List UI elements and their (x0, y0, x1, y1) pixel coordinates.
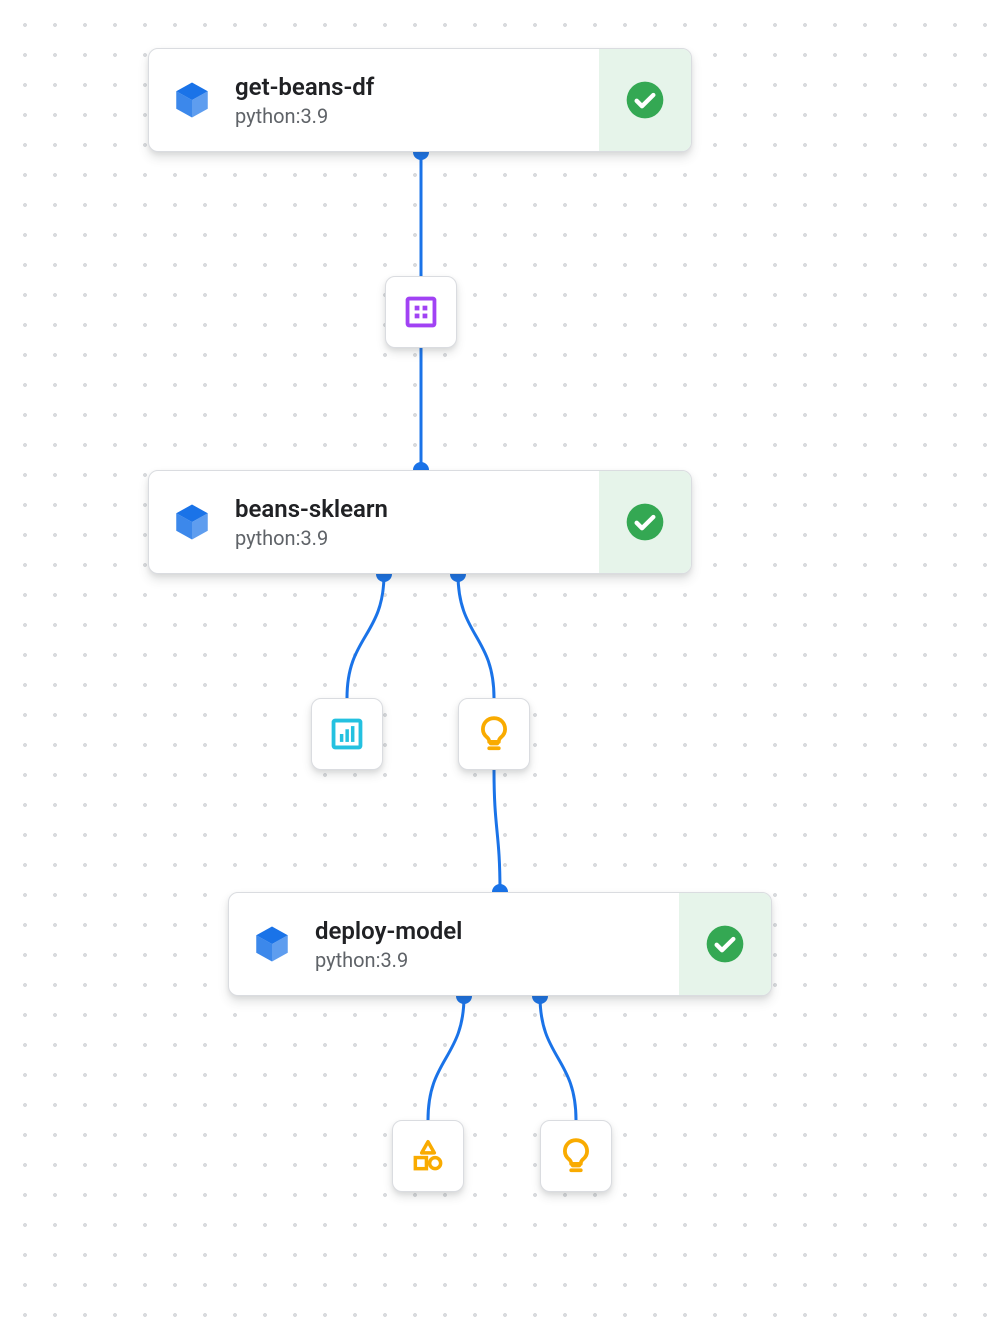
task-text: get-beans-df python:3.9 (235, 72, 599, 128)
artifact-node-model-1[interactable] (458, 698, 530, 770)
cube-icon (149, 79, 235, 121)
shapes-icon (409, 1137, 447, 1175)
model-icon (475, 715, 513, 753)
task-status-success (679, 893, 771, 995)
task-status-success (599, 49, 691, 151)
dataset-icon (402, 293, 440, 331)
model-icon (557, 1137, 595, 1175)
pipeline-edges (0, 0, 988, 1322)
artifact-node-model-2[interactable] (540, 1120, 612, 1192)
task-node-beans-sklearn[interactable]: beans-sklearn python:3.9 (148, 470, 692, 574)
task-title: beans-sklearn (235, 494, 599, 524)
artifact-node-dataset[interactable] (385, 276, 457, 348)
metrics-icon (328, 715, 366, 753)
task-title: deploy-model (315, 916, 679, 946)
artifact-node-metrics[interactable] (311, 698, 383, 770)
task-subtitle: python:3.9 (235, 104, 599, 128)
task-node-get-beans-df[interactable]: get-beans-df python:3.9 (148, 48, 692, 152)
task-node-deploy-model[interactable]: deploy-model python:3.9 (228, 892, 772, 996)
task-title: get-beans-df (235, 72, 599, 102)
cube-icon (149, 501, 235, 543)
task-subtitle: python:3.9 (235, 526, 599, 550)
artifact-node-shapes[interactable] (392, 1120, 464, 1192)
task-text: beans-sklearn python:3.9 (235, 494, 599, 550)
task-subtitle: python:3.9 (315, 948, 679, 972)
cube-icon (229, 923, 315, 965)
check-circle-icon (705, 924, 745, 964)
task-text: deploy-model python:3.9 (315, 916, 679, 972)
check-circle-icon (625, 502, 665, 542)
task-status-success (599, 471, 691, 573)
pipeline-canvas: get-beans-df python:3.9 (0, 0, 988, 1322)
check-circle-icon (625, 80, 665, 120)
